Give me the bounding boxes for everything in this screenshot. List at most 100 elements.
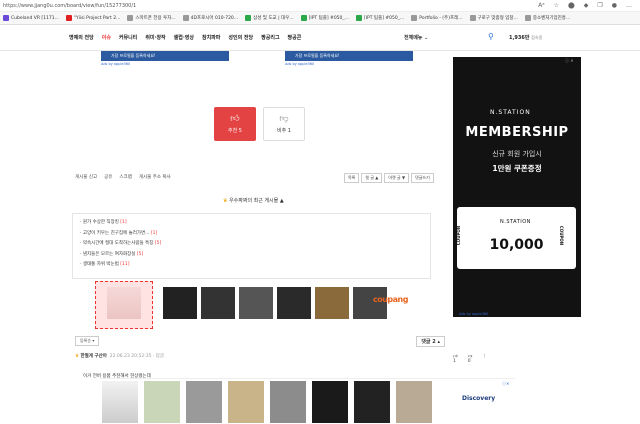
ticket-logo: N.STATION (500, 219, 531, 225)
profile-ad-left[interactable]: 가장 프로필을 등록하세요! (101, 51, 229, 61)
top-ads: 가장 프로필을 등록하세요! Ads by oppie360 가장 프로필을 등… (101, 51, 446, 67)
bookmark-favicon-icon (182, 15, 189, 21)
recent-post-title: 원가 수상한 직장킹 (82, 220, 119, 225)
product-image[interactable] (396, 381, 432, 423)
bookmark-item[interactable]: [IPT 팀플] #050_... (300, 15, 349, 21)
post-nav-button[interactable]: 목록 (344, 173, 360, 183)
bookmark-item[interactable]: [IPT 팀플] #050_... (355, 15, 404, 21)
nav-item[interactable]: 셀럽·영상 (174, 34, 194, 41)
extension-icon[interactable]: ⬤ (568, 2, 575, 9)
product-image[interactable] (239, 287, 273, 319)
nav-item[interactable]: 커뮤니티 (119, 34, 137, 41)
product-image[interactable] (270, 381, 306, 423)
nav-item[interactable]: 짱공콘 (288, 34, 302, 41)
browser-tools: Aᵃ ☆ ⬤ ◆ ❐ ● … (538, 2, 640, 9)
recent-post-item[interactable]: · 원가 수상한 직장킹 [1] (80, 218, 423, 229)
read-aloud-icon[interactable]: Aᵃ (538, 2, 544, 9)
bookmark-item[interactable]: 구로구 맞춤형 입찰... (469, 15, 518, 21)
nav-item[interactable]: 취미·창작 (145, 34, 165, 41)
total-menu-button[interactable]: 전체메뉴 ⌄ (404, 34, 428, 42)
sidebar-ad[interactable]: ⓘ ✕ N.STATION MEMBERSHIP 신규 회원 가입시 1만원 쿠… (453, 57, 581, 317)
nav-item[interactable]: 이슈 (102, 34, 111, 41)
product-image[interactable] (354, 381, 390, 423)
comment-dislike-button[interactable]: 👎︎ 0 (468, 354, 473, 364)
bookmark-item[interactable]: 삼성 및 도교 | 대우... (245, 15, 294, 21)
bottom-ad[interactable]: ⓘ✕ Discovery (100, 378, 515, 424)
post-action[interactable]: 게시물 신고 (75, 174, 97, 180)
trophy-icon: ♛ (223, 198, 228, 204)
profile-icon[interactable]: ● (612, 2, 617, 9)
product-image[interactable] (201, 287, 235, 319)
nav-item[interactable]: 참치파파 (202, 34, 220, 41)
online-stat: 1,936만 접속중 (509, 34, 543, 41)
coupang-logo[interactable]: coupang (373, 295, 408, 304)
profile-ad-right[interactable]: 가장 프로필을 등록하세요! (285, 51, 413, 61)
bookmark-item[interactable]: 4D프로시어 010-720... (182, 15, 238, 21)
product-image[interactable] (144, 381, 180, 423)
upvote-button[interactable]: 👍︎ 추천 5 (214, 107, 256, 141)
nav-item[interactable]: 명예의 전당 (69, 34, 94, 41)
downvote-label: 비추 1 (277, 128, 291, 134)
product-image[interactable] (277, 287, 311, 319)
recent-post-count: [11] (120, 262, 130, 267)
bookmark-item[interactable]: 중소벤처기업진흥... (524, 15, 570, 21)
product-image[interactable] (312, 381, 348, 423)
bookmark-label: "Yiisi Project Part 2... (73, 15, 121, 21)
bookmark-label: 삼성 및 도교 | 대우... (253, 16, 294, 21)
bookmark-item[interactable]: Portfolio - (주)프레... (411, 15, 463, 21)
comment-author[interactable]: 한절게 구산아 (80, 354, 106, 359)
downvote-button[interactable]: 👎︎ 비추 1 (263, 107, 305, 141)
bookmark-item[interactable]: Cubeland VR [1171... (3, 15, 59, 21)
site-nav: 명예의 전당 이슈 커뮤니티 취미·창작 셀럽·영상 참치파파 성인의 전당 짱공리그 짱공콘 … (0, 25, 640, 51)
product-image[interactable] (315, 287, 349, 319)
post-action[interactable]: 게시물 주소 복사 (139, 174, 171, 180)
chevron-up-icon[interactable]: ▲ (280, 198, 284, 204)
ads-by-label[interactable]: Ads by oppie360 (459, 312, 488, 316)
bookmark-item[interactable]: 스마트폰 전용 투자... (127, 15, 176, 21)
ads-by-label[interactable]: Ads by oppie360 (101, 62, 130, 66)
recent-post-item[interactable]: · 냄지들은 모르는 여자화장실 [5] (80, 250, 423, 261)
bookmark-item[interactable]: "Yiisi Project Part 2... (65, 15, 121, 21)
comment-like-button[interactable]: 👍︎ 1 (453, 354, 458, 364)
coupon-label-right: COUPON (559, 225, 565, 246)
favorite-icon[interactable]: ☆ (554, 2, 559, 9)
sort-select[interactable]: 등록순 ▾ (75, 336, 100, 346)
url-text[interactable]: https://www.jjang0u.com/board/view/fun/1… (3, 3, 136, 9)
extension-icon[interactable]: ◆ (584, 2, 589, 9)
nav-item[interactable]: 짱공리그 (261, 34, 279, 41)
comment-toolbar: 등록순 ▾ 댓글 2 ▴ (75, 336, 445, 348)
more-icon[interactable]: ⋮ (482, 354, 487, 364)
bookmark-favicon-icon (65, 15, 72, 21)
ad-info-icon[interactable]: ⓘ ✕ (565, 58, 574, 64)
product-image[interactable] (228, 381, 264, 423)
ad-close-icon[interactable]: ⓘ✕ (502, 381, 509, 387)
post-nav-button[interactable]: 아랫 글 ▼ (384, 173, 410, 183)
nav-item[interactable]: 성인의 전당 (228, 34, 253, 41)
recent-post-item[interactable]: · 약속시간에 절대 도착하는사람들 특징 [5] (80, 239, 423, 250)
ad-text: 가장 프로필을 등록하세요! (111, 53, 156, 58)
recent-post-item[interactable]: · 고양이 키우는 친구집에 놀러가면... [1] (80, 229, 423, 240)
bookmark-favicon-icon (524, 15, 531, 21)
bookmarks-bar: Cubeland VR [1171... "Yiisi Project Part … (0, 12, 640, 25)
post-nav-buttons: 목록 윗 글 ▲ 아랫 글 ▼ 댓글쓰기 (344, 173, 434, 183)
collections-icon[interactable]: ❐ (597, 2, 602, 9)
product-image[interactable] (163, 287, 197, 319)
product-image[interactable] (102, 381, 138, 423)
recent-post-title: 고양이 키우는 친구집에 놀러가면... (82, 230, 150, 236)
post-nav-button[interactable]: 댓글쓰기 (411, 173, 434, 183)
recent-post-item[interactable]: · 생태통 자위 박눈법 [11] (80, 260, 423, 271)
ads-by-label[interactable]: Ads by oppie360 (285, 62, 314, 66)
menu-icon[interactable]: … (626, 2, 632, 9)
search-icon[interactable]: ⚲ (488, 32, 494, 41)
recent-posts-title: 우수짜짜의 최근 게시물 (229, 198, 279, 204)
post-nav-button[interactable]: 윗 글 ▲ (361, 173, 383, 183)
comment-count-button[interactable]: 댓글 2 ▴ (416, 336, 445, 347)
sort-label: 등록순 (80, 338, 92, 343)
coupang-ad[interactable]: coupang (95, 281, 414, 329)
post-action[interactable]: 공유 (104, 174, 112, 180)
recent-posts-header: ♛ 우수짜짜의 최근 게시물 ▲ (223, 197, 284, 204)
address-bar[interactable]: https://www.jjang0u.com/board/view/fun/1… (0, 0, 640, 12)
post-action[interactable]: 스크랩 (119, 174, 131, 180)
product-image[interactable] (186, 381, 222, 423)
discovery-logo[interactable]: Discovery (462, 395, 495, 402)
